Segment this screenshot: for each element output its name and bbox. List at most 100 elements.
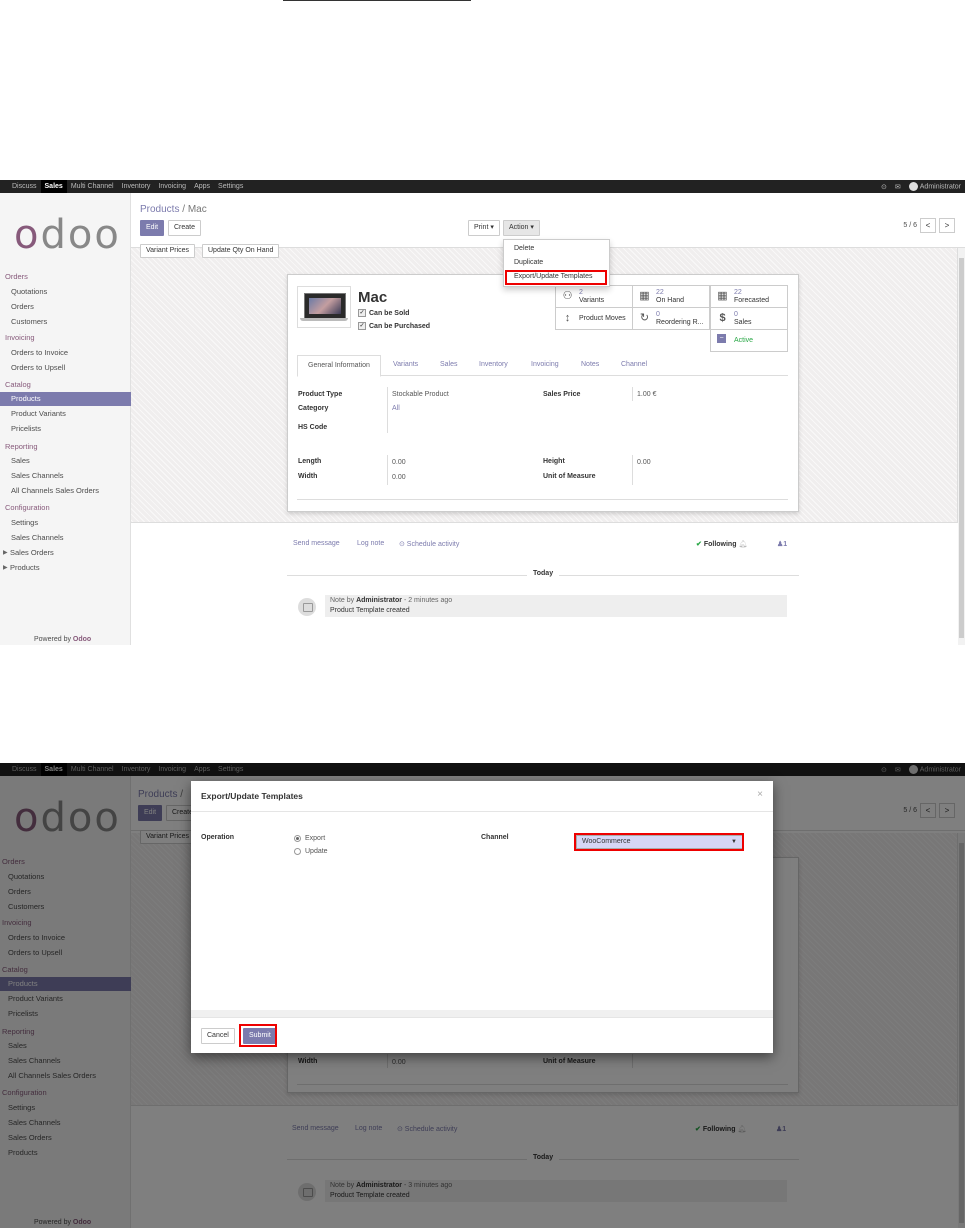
- operation-update-radio[interactable]: Update: [294, 848, 328, 855]
- unit-of-measure-label: Unit of Measure: [543, 473, 596, 480]
- followers-button[interactable]: ♟1: [777, 540, 787, 548]
- stat-sales-button[interactable]: $ 0 Sales: [710, 307, 788, 330]
- category-value[interactable]: All: [392, 405, 400, 412]
- can-be-purchased-checkbox[interactable]: ✓ Can be Purchased: [358, 322, 430, 330]
- breadcrumb-products[interactable]: Products: [140, 204, 179, 215]
- send-message-link[interactable]: Send message: [293, 540, 340, 547]
- tab-notes[interactable]: Notes: [581, 355, 599, 375]
- message-body: Product Template created: [330, 607, 410, 614]
- operation-update-label: Update: [305, 848, 328, 855]
- tab-sales[interactable]: Sales: [440, 355, 458, 375]
- cancel-button[interactable]: Cancel: [201, 1028, 235, 1044]
- pager-next-button[interactable]: >: [939, 218, 955, 233]
- breadcrumb-separator: /: [182, 204, 186, 215]
- tab-general-information[interactable]: General Information: [297, 355, 381, 377]
- building-icon: ▦: [717, 290, 728, 302]
- breadcrumb-current: Mac: [187, 204, 207, 215]
- menu-settings[interactable]: Settings: [214, 180, 247, 193]
- create-button[interactable]: Create: [168, 220, 202, 236]
- operation-export-label: Export: [305, 835, 326, 842]
- print-button[interactable]: Print ▾: [468, 220, 500, 236]
- product-type-value: Stockable Product: [392, 391, 449, 398]
- menu-multi-channel[interactable]: Multi Channel: [67, 180, 118, 193]
- sitemap-icon: ⚇: [562, 290, 573, 302]
- tab-variants[interactable]: Variants: [393, 355, 418, 375]
- stat-on-hand-button[interactable]: ▦ 22 On Hand: [632, 285, 710, 308]
- tab-channel[interactable]: Channel: [621, 355, 647, 375]
- pager-prev-button[interactable]: <: [920, 218, 936, 233]
- user-menu[interactable]: Administrator: [908, 182, 961, 191]
- close-icon[interactable]: ×: [757, 789, 763, 800]
- refresh-icon: ↻: [639, 312, 650, 324]
- dollar-icon: $: [719, 312, 726, 324]
- odoo-logo[interactable]: odoo: [14, 215, 121, 255]
- sidebar-item-customers[interactable]: Customers: [11, 317, 47, 326]
- stat-variants-button[interactable]: ⚇ 2 Variants: [555, 285, 633, 308]
- highlight-box: [505, 270, 607, 285]
- sidebar-item-product-variants[interactable]: Product Variants: [11, 409, 66, 418]
- sidebar-item-products-collapsed[interactable]: Products: [10, 563, 40, 572]
- can-be-sold-checkbox[interactable]: ✓ Can be Sold: [358, 309, 409, 317]
- sidebar-section-orders: Orders: [5, 272, 28, 281]
- sidebar-item-all-channels-sales-orders[interactable]: All Channels Sales Orders: [11, 486, 99, 495]
- sales-price-label: Sales Price: [543, 391, 581, 398]
- menu-discuss[interactable]: Discuss: [8, 180, 41, 193]
- edit-button[interactable]: Edit: [140, 220, 165, 236]
- arrows-v-icon: ↕: [564, 312, 571, 324]
- sidebar-item-sales-channels-config[interactable]: Sales Channels: [11, 533, 64, 542]
- stat-product-moves-button[interactable]: ↕ Product Moves: [555, 307, 633, 330]
- sidebar-item-orders-to-upsell[interactable]: Orders to Upsell: [11, 363, 65, 372]
- menu-sales[interactable]: Sales: [40, 180, 67, 193]
- powered-by-brand[interactable]: Odoo: [73, 636, 91, 643]
- sidebar-item-sales[interactable]: Sales: [11, 456, 30, 465]
- tab-inventory[interactable]: Inventory: [479, 355, 508, 375]
- avatar: [908, 182, 918, 191]
- following-button[interactable]: ✔ Following 🔔︎: [696, 540, 747, 548]
- tab-invoicing[interactable]: Invoicing: [531, 355, 559, 375]
- menu-apps[interactable]: Apps: [190, 180, 214, 193]
- sidebar-item-pricelists[interactable]: Pricelists: [11, 424, 41, 433]
- action-button[interactable]: Action ▾: [503, 220, 540, 236]
- pager-value[interactable]: 5 / 6: [903, 222, 917, 229]
- scrollbar[interactable]: [957, 248, 965, 645]
- scrollbar-thumb[interactable]: [959, 258, 964, 638]
- sidebar-item-sales-channels[interactable]: Sales Channels: [11, 471, 64, 480]
- powered-by-text: Powered by: [34, 636, 71, 643]
- pager: 5 / 6 < >: [903, 218, 955, 233]
- sidebar-item-quotations[interactable]: Quotations: [11, 287, 47, 296]
- height-label: Height: [543, 458, 565, 465]
- sidebar-section-reporting: Reporting: [5, 442, 38, 451]
- schedule-activity-link[interactable]: ⊙ Schedule activity: [399, 540, 459, 548]
- stat-active-button[interactable]: − Active: [710, 329, 788, 352]
- update-qty-button[interactable]: Update Qty On Hand: [202, 244, 280, 258]
- can-be-purchased-label: Can be Purchased: [369, 322, 431, 330]
- chat-icon[interactable]: ✉: [895, 183, 901, 191]
- product-image[interactable]: [297, 286, 351, 328]
- menu-invoicing[interactable]: Invoicing: [154, 180, 190, 193]
- sidebar-item-orders-to-invoice[interactable]: Orders to Invoice: [11, 348, 68, 357]
- bell-icon[interactable]: 🔔︎: [738, 541, 747, 548]
- field-divider: [632, 387, 633, 401]
- sidebar-item-orders[interactable]: Orders: [11, 302, 34, 311]
- sales-price-value: 1.00 €: [637, 391, 657, 398]
- action-delete[interactable]: Delete: [514, 245, 534, 252]
- action-duplicate[interactable]: Duplicate: [514, 259, 543, 266]
- sidebar-item-sales-orders[interactable]: Sales Orders: [10, 548, 54, 557]
- sidebar-item-settings[interactable]: Settings: [11, 518, 38, 527]
- operation-export-radio[interactable]: Export: [294, 835, 325, 842]
- stat-reordering-button[interactable]: ↻ 0 Reordering R...: [632, 307, 710, 330]
- stat-forecasted-button[interactable]: ▦ 22 Forecasted: [710, 285, 788, 308]
- form-sheet: Mac ✓ Can be Sold ✓ Can be Purchased ⚇ 2 Va…: [287, 274, 799, 512]
- variant-prices-button[interactable]: Variant Prices: [140, 244, 196, 258]
- powered-by: Powered by Odoo: [34, 636, 91, 643]
- message-author[interactable]: Administrator: [356, 597, 402, 604]
- menu-inventory[interactable]: Inventory: [118, 180, 155, 193]
- sidebar-item-products[interactable]: Products: [0, 392, 135, 406]
- stat-forecasted-count: 22: [734, 289, 742, 296]
- log-note-link[interactable]: Log note: [357, 540, 384, 547]
- product-name: Mac: [358, 289, 388, 306]
- stat-active-label: Active: [734, 337, 754, 344]
- stat-product-moves-label: Product Moves: [579, 315, 626, 322]
- activity-icon[interactable]: ⊙: [881, 183, 887, 191]
- user-name: Administrator: [919, 183, 961, 191]
